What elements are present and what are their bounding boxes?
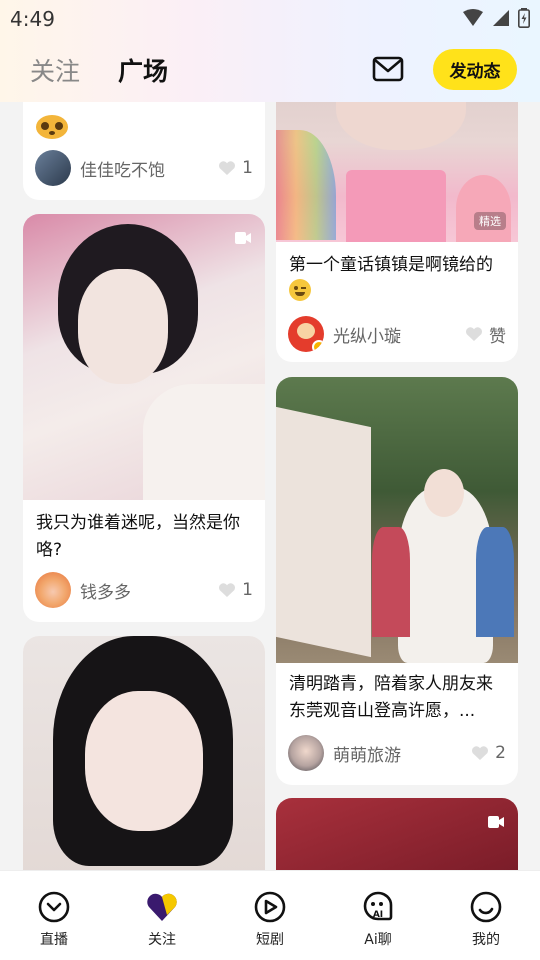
nav-label: 我的 xyxy=(472,932,500,948)
like-count: 1 xyxy=(242,158,253,178)
like-count: 赞 xyxy=(489,326,506,347)
feed: 佳佳吃不饱 1 我只为谁着迷呢，当然是你咯? 钱多多 1 精选 第一个童话镇镇是… xyxy=(0,0,540,870)
card-meta: 光纵小璇 赞 xyxy=(288,316,506,352)
like-button[interactable]: 赞 xyxy=(465,322,506,347)
nav-label: 直播 xyxy=(40,932,68,948)
like-button[interactable]: 1 xyxy=(218,580,253,600)
heart-icon xyxy=(466,327,482,341)
author-name[interactable]: 光纵小璇 xyxy=(333,322,465,347)
nav-follow[interactable]: 关注 xyxy=(108,871,216,960)
status-time: 4:49 xyxy=(10,7,55,31)
feed-card[interactable]: 我只为谁着迷呢，当然是你咯? 钱多多 1 xyxy=(23,214,265,622)
like-button[interactable]: 2 xyxy=(471,743,506,763)
status-icons xyxy=(462,8,530,28)
featured-badge: 精选 xyxy=(474,212,506,230)
feed-card[interactable]: 清明踏青，陪着家人朋友来东莞观音山登高许愿，... 萌萌旅游 2 xyxy=(276,377,518,785)
heart-filled-icon xyxy=(147,893,177,921)
card-caption: 我只为谁着迷呢，当然是你咯? xyxy=(36,513,240,560)
card-thumbnail[interactable] xyxy=(23,636,265,870)
tab-square[interactable]: 广场 xyxy=(118,52,168,88)
mail-icon[interactable] xyxy=(372,56,404,82)
play-icon xyxy=(235,232,251,244)
author-name[interactable]: 萌萌旅游 xyxy=(333,741,471,766)
heart-icon xyxy=(472,746,489,760)
card-meta: 佳佳吃不饱 1 xyxy=(35,150,253,186)
avatar[interactable] xyxy=(288,735,324,771)
like-count: 1 xyxy=(242,580,253,600)
author-name[interactable]: 钱多多 xyxy=(80,578,218,603)
avatar[interactable] xyxy=(288,316,324,352)
nav-live[interactable]: 直播 xyxy=(0,871,108,960)
card-thumbnail[interactable] xyxy=(276,798,518,870)
heart-icon xyxy=(219,161,236,175)
live-icon xyxy=(38,891,70,923)
battery-icon xyxy=(518,8,530,28)
nav-ai-chat[interactable]: AI Ai聊 xyxy=(324,871,432,960)
nav-label: 关注 xyxy=(148,932,176,948)
bottom-nav: 直播 关注 短剧 AI Ai聊 我的 xyxy=(0,870,540,960)
feed-card[interactable] xyxy=(276,798,518,870)
like-button[interactable]: 1 xyxy=(218,158,253,178)
card-thumbnail[interactable] xyxy=(23,214,265,500)
wink-emoji xyxy=(289,279,311,301)
nav-label: Ai聊 xyxy=(364,932,392,948)
avatar[interactable] xyxy=(35,572,71,608)
svg-text:AI: AI xyxy=(373,910,383,920)
signal-icon xyxy=(493,10,509,26)
nav-label: 短剧 xyxy=(256,932,284,948)
top-bar: 4:49 关注 广场 发动态 xyxy=(0,0,540,102)
card-caption: 清明踏青，陪着家人朋友来东莞观音山登高许愿，... xyxy=(289,674,493,721)
tab-follow[interactable]: 关注 xyxy=(30,52,80,88)
like-count: 2 xyxy=(495,743,506,763)
header-tabs: 关注 广场 xyxy=(30,52,168,88)
author-name[interactable]: 佳佳吃不饱 xyxy=(80,156,218,181)
wifi-icon xyxy=(463,9,483,26)
card-meta: 钱多多 1 xyxy=(35,572,253,608)
profile-icon xyxy=(470,891,502,923)
nav-me[interactable]: 我的 xyxy=(432,871,540,960)
feed-card[interactable] xyxy=(23,636,265,870)
play-circle-icon xyxy=(254,891,286,923)
nav-drama[interactable]: 短剧 xyxy=(216,871,324,960)
feed-card[interactable]: 精选 第一个童话镇镇是啊镜给的 光纵小璇 赞 xyxy=(276,60,518,362)
card-caption: 第一个童话镇镇是啊镜给的 xyxy=(289,252,505,306)
avatar[interactable] xyxy=(35,150,71,186)
post-button[interactable]: 发动态 xyxy=(433,49,517,90)
heart-icon xyxy=(219,583,236,597)
play-icon xyxy=(488,816,504,828)
status-bar: 4:49 xyxy=(0,0,540,36)
ai-chat-icon: AI xyxy=(363,891,393,921)
card-thumbnail[interactable] xyxy=(276,377,518,663)
caption-text: 第一个童话镇镇是啊镜给的 xyxy=(289,255,493,275)
cat-emoji xyxy=(35,112,69,140)
card-meta: 萌萌旅游 2 xyxy=(288,735,506,771)
